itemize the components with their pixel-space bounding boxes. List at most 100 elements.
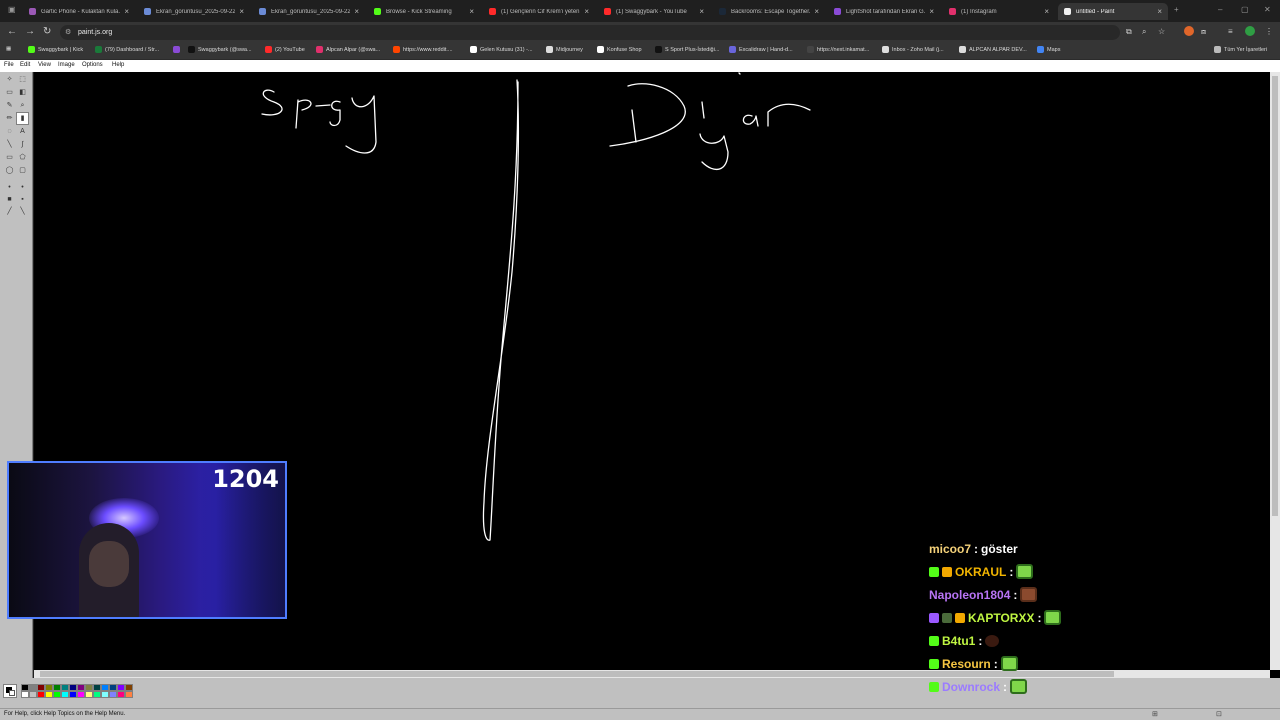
palette-swatch[interactable] — [69, 684, 77, 691]
bookmark-item[interactable]: https://next.inkamat... — [807, 46, 869, 53]
palette-swatch[interactable] — [45, 684, 53, 691]
ellipse-icon[interactable]: ◯ — [4, 165, 15, 176]
extension-icon[interactable] — [1184, 26, 1194, 36]
bookmark-item[interactable]: (79) Dashboard / Str... — [95, 46, 159, 53]
palette-swatch[interactable] — [45, 691, 53, 698]
palette-swatch[interactable] — [101, 691, 109, 698]
line-icon[interactable]: ╲ — [4, 139, 15, 150]
address-bar[interactable]: ⚙ paint.js.org — [60, 25, 1120, 40]
menu-help[interactable]: Help — [112, 62, 124, 68]
tab-close-icon[interactable]: × — [929, 7, 934, 16]
palette-swatch[interactable] — [125, 691, 133, 698]
curve-icon[interactable]: ∫ — [17, 139, 28, 150]
palette-swatch[interactable] — [53, 691, 61, 698]
palette-swatch[interactable] — [93, 691, 101, 698]
bookmark-item[interactable]: S Sport Plus-İstediği... — [655, 46, 719, 53]
install-app-icon[interactable]: ⧉ — [1126, 26, 1132, 38]
brush-size-large-icon[interactable]: ■ — [4, 194, 15, 205]
palette-swatch[interactable] — [77, 691, 85, 698]
extensions-puzzle-icon[interactable]: ⧈ — [1201, 26, 1206, 38]
zoom-icon[interactable]: ⌕ — [1142, 26, 1146, 38]
browser-tab[interactable]: LightShot tarafından Ekran G... × — [828, 3, 940, 20]
palette-swatch[interactable] — [61, 684, 69, 691]
browser-tab[interactable]: (1) Gençlerin Cif Krem'i yeten... × — [483, 3, 595, 20]
all-bookmarks-folder[interactable]: Tüm Yer İşaretleri — [1214, 46, 1267, 53]
palette-swatch[interactable] — [21, 684, 29, 691]
vertical-scroll-thumb[interactable] — [1272, 76, 1278, 516]
palette-swatch[interactable] — [77, 684, 85, 691]
close-window-icon[interactable]: ✕ — [1264, 5, 1271, 14]
bookmark-item[interactable]: Swaggybark | Kick — [28, 46, 83, 53]
new-tab-button[interactable]: + — [1174, 5, 1179, 14]
forward-icon[interactable]: → — [25, 26, 35, 38]
palette-swatch[interactable] — [29, 684, 37, 691]
browser-tab[interactable]: Ekran_goruntusu_2025-09-22... × — [253, 3, 365, 20]
palette-swatch[interactable] — [53, 684, 61, 691]
tab-close-icon[interactable]: × — [814, 7, 819, 16]
tab-close-icon[interactable]: × — [1044, 7, 1049, 16]
bookmark-item[interactable]: Swaggybark (@swa... — [188, 46, 252, 53]
site-info-icon[interactable]: ⚙ — [65, 25, 71, 40]
palette-swatch[interactable] — [109, 691, 117, 698]
tab-close-icon[interactable]: × — [124, 7, 129, 16]
bookmark-item[interactable]: https://www.reddit.... — [393, 46, 453, 53]
bookmark-item[interactable]: Maps — [1037, 46, 1060, 53]
browser-tab[interactable]: untitled - Paint × — [1058, 3, 1168, 20]
menu-view[interactable]: View — [38, 62, 51, 68]
brush-size-small-icon[interactable]: • — [4, 182, 15, 193]
current-colors[interactable] — [3, 684, 17, 698]
brush-backslash-icon[interactable]: ╲ — [17, 206, 28, 217]
back-icon[interactable]: ← — [7, 26, 17, 38]
menu-image[interactable]: Image — [58, 62, 75, 68]
brush-size-medium-icon[interactable]: • — [17, 182, 28, 193]
palette-swatch[interactable] — [37, 691, 45, 698]
apps-grid-icon[interactable]: ▦ — [6, 46, 11, 52]
bookmark-item[interactable] — [173, 46, 183, 53]
text-icon[interactable]: A — [17, 126, 28, 137]
magnifier-icon[interactable]: ⌕ — [17, 100, 28, 111]
tab-close-icon[interactable]: × — [699, 7, 704, 16]
tab-search-icon[interactable]: ▣ — [8, 5, 16, 14]
pencil-icon[interactable]: ✏ — [4, 113, 15, 124]
palette-swatch[interactable] — [101, 684, 109, 691]
browser-tab[interactable]: Ekran_goruntusu_2025-09-22... × — [138, 3, 250, 20]
palette-swatch[interactable] — [69, 691, 77, 698]
bookmark-item[interactable]: Alpcan Alpar (@swa... — [316, 46, 380, 53]
tab-close-icon[interactable]: × — [469, 7, 474, 16]
bookmark-item[interactable]: (2) YouTube — [265, 46, 305, 53]
browser-tab[interactable]: (1) Swaggybark - YouTube × — [598, 3, 710, 20]
palette-swatch[interactable] — [117, 691, 125, 698]
tab-close-icon[interactable]: × — [1157, 7, 1162, 16]
minimize-icon[interactable]: – — [1218, 5, 1222, 14]
menu-options[interactable]: Options — [82, 62, 103, 68]
airbrush-icon[interactable]: ◌ — [4, 126, 15, 137]
bookmark-item[interactable]: Midjourney — [546, 46, 583, 53]
brush-icon[interactable]: ▮ — [16, 112, 29, 125]
palette-swatch[interactable] — [37, 684, 45, 691]
color-picker-icon[interactable]: ✎ — [4, 100, 15, 111]
tab-close-icon[interactable]: × — [354, 7, 359, 16]
palette-swatch[interactable] — [117, 684, 125, 691]
palette-swatch[interactable] — [85, 684, 93, 691]
palette-swatch[interactable] — [21, 691, 29, 698]
browser-tab[interactable]: Browse - Kick Streaming × — [368, 3, 480, 20]
browser-tab[interactable]: Backrooms: Escape Together... × — [713, 3, 825, 20]
rounded-rect-icon[interactable]: ▢ — [17, 165, 28, 176]
vertical-scrollbar[interactable] — [1270, 72, 1280, 670]
palette-swatch[interactable] — [29, 691, 37, 698]
palette-swatch[interactable] — [109, 684, 117, 691]
polygon-icon[interactable]: ⬠ — [17, 152, 28, 163]
brush-slash-icon[interactable]: ╱ — [4, 206, 15, 217]
palette-swatch[interactable] — [85, 691, 93, 698]
reload-icon[interactable]: ↻ — [43, 26, 51, 38]
bookmark-item[interactable]: ALPCAN ALPAR DEV... — [959, 46, 1027, 53]
bookmark-item[interactable]: Gelen Kutusu (31) -... — [470, 46, 533, 53]
rect-select-icon[interactable]: ⬚ — [17, 74, 28, 85]
menu-kebab-icon[interactable]: ⋮ — [1265, 26, 1273, 38]
bookmark-item[interactable]: Inbox - Zoho Mail (j... — [882, 46, 944, 53]
tab-close-icon[interactable]: × — [239, 7, 244, 16]
palette-swatch[interactable] — [93, 684, 101, 691]
eraser-icon[interactable]: ▭ — [4, 87, 15, 98]
palette-swatch[interactable] — [125, 684, 133, 691]
profile-avatar[interactable] — [1245, 26, 1255, 36]
